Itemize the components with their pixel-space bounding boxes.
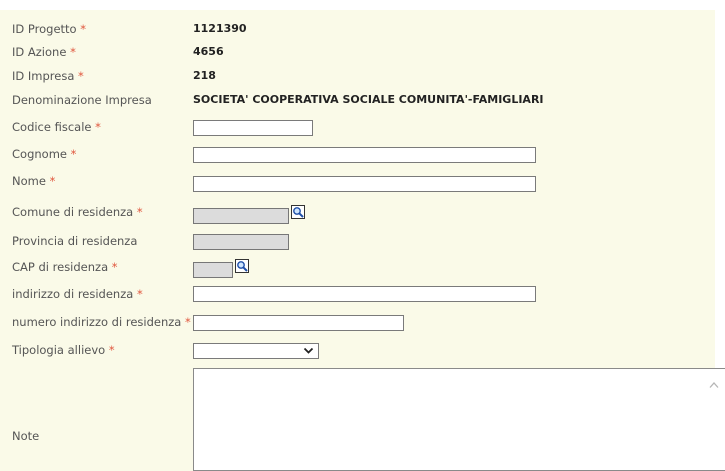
codice-fiscale-input[interactable]: [193, 120, 313, 136]
tipologia-select[interactable]: [193, 343, 319, 359]
id-impresa-value: 218: [193, 69, 216, 82]
id-impresa-label: ID Impresa *: [12, 69, 84, 83]
comune-input: [193, 208, 289, 224]
comune-lookup-magnifier-icon[interactable]: [291, 205, 305, 219]
numero-indirizzo-label: numero indirizzo di residenza *: [12, 315, 191, 329]
id-progetto-label: ID Progetto *: [12, 22, 86, 36]
denominazione-label: Denominazione Impresa: [12, 93, 152, 107]
cognome-label: Cognome *: [12, 147, 77, 161]
comune-label: Comune di residenza *: [12, 205, 143, 219]
cap-input: [193, 262, 233, 278]
scroll-up-arrow-icon[interactable]: [709, 381, 719, 389]
chevron-down-icon: [303, 347, 314, 354]
provincia-label: Provincia di residenza: [12, 234, 138, 248]
id-azione-value: 4656: [193, 45, 224, 58]
cap-lookup-magnifier-icon[interactable]: [235, 259, 249, 273]
provincia-input: [193, 234, 289, 250]
nome-input[interactable]: [193, 176, 536, 192]
denominazione-value: SOCIETA' COOPERATIVA SOCIALE COMUNITA'-F…: [193, 93, 544, 106]
cognome-input[interactable]: [193, 147, 536, 163]
note-textarea[interactable]: [193, 368, 725, 471]
id-azione-label: ID Azione *: [12, 45, 76, 59]
numero-indirizzo-input[interactable]: [193, 315, 404, 331]
note-label: Note: [12, 429, 40, 443]
nome-label: Nome *: [12, 174, 56, 188]
codice-fiscale-label: Codice fiscale *: [12, 120, 101, 134]
cap-label: CAP di residenza *: [12, 260, 118, 274]
indirizzo-input[interactable]: [193, 286, 536, 302]
tipologia-label: Tipologia allievo *: [12, 343, 115, 357]
indirizzo-label: indirizzo di residenza *: [12, 287, 143, 301]
id-progetto-value: 1121390: [193, 22, 247, 35]
form-panel: ID Progetto * 1121390 ID Azione * 4656 I…: [0, 10, 725, 471]
